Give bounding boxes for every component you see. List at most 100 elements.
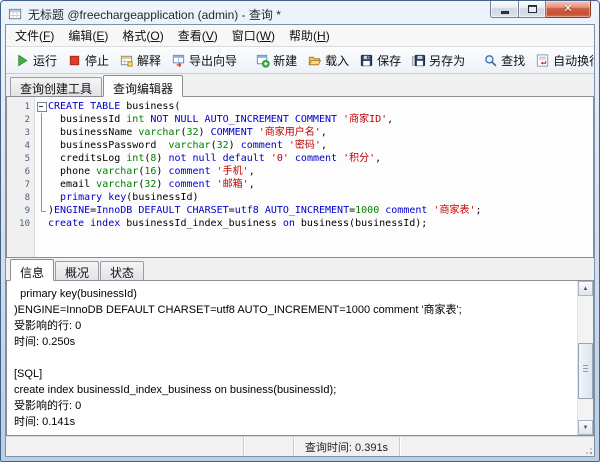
- window-title: 无标题 @freechargeapplication (admin) - 查询 …: [28, 7, 281, 22]
- line-number: 2: [24, 114, 30, 125]
- result-tab-0[interactable]: 信息: [10, 259, 55, 281]
- editor-line-3: 3 businessName varchar(32) COMMENT '商家用户…: [7, 126, 593, 139]
- toolbar-button-label: 导出向导: [189, 53, 238, 68]
- result-tab-2[interactable]: 状态: [100, 261, 145, 280]
- fold-collapse-icon[interactable]: [35, 100, 48, 113]
- code-text: phone varchar(16) comment '手机',: [48, 166, 255, 177]
- result-tab-1[interactable]: 概况: [55, 261, 100, 280]
- save-button[interactable]: 保存: [354, 50, 406, 71]
- toolbar-button-label: 新建: [273, 53, 298, 68]
- editor-line-4: 4 businessPassword varchar(32) comment '…: [7, 139, 593, 152]
- toolbar-button-label: 自动换行: [553, 53, 594, 68]
- status-bar: 查询时间: 0.391s: [6, 436, 594, 456]
- toolbar-button-label: 运行: [33, 53, 58, 68]
- toolbar-button-label: 载入: [325, 53, 350, 68]
- save-icon: [359, 53, 374, 68]
- menu-item[interactable]: 窗口(W): [225, 25, 282, 46]
- query-time-label: 查询时间: 0.391s: [304, 441, 389, 454]
- load-icon: [307, 53, 322, 68]
- explain-button[interactable]: 解释: [114, 50, 166, 71]
- run-icon: [15, 53, 30, 68]
- code-text: create index businessId_index_business o…: [48, 218, 428, 229]
- menu-item[interactable]: 格式(O): [115, 25, 170, 46]
- query-window-icon: [8, 7, 23, 22]
- editor-line-7: 7 email varchar(32) comment '邮箱',: [7, 178, 593, 191]
- message-lines: primary key(businessId))ENGINE=InnoDB DE…: [7, 281, 593, 430]
- sql-editor[interactable]: 1 CREATE TABLE business(2 businessId int …: [6, 96, 594, 258]
- toolbar-button-label: 解释: [137, 53, 162, 68]
- editor-line-9: 9)ENGINE=InnoDB DEFAULT CHARSET=utf8 AUT…: [7, 204, 593, 217]
- menu-item[interactable]: 编辑(E): [61, 25, 115, 46]
- save-as-icon: [411, 53, 426, 68]
- run-button[interactable]: 运行: [10, 50, 62, 71]
- status-pane-mid: [244, 437, 294, 456]
- explain-icon: [119, 53, 134, 68]
- code-text: creditsLog int(8) not null default '0' c…: [48, 153, 382, 164]
- editor-line-1: 1 CREATE TABLE business(: [7, 100, 593, 113]
- message-line: 受影响的行: 0: [14, 400, 82, 412]
- arrow-down-icon: ▼: [582, 424, 589, 431]
- word-wrap-icon: [535, 53, 550, 68]
- menu-item[interactable]: 查看(V): [171, 25, 225, 46]
- find-button[interactable]: 查找: [478, 50, 530, 71]
- line-number: 7: [24, 179, 30, 190]
- message-line: 时间: 0.250s: [14, 336, 76, 348]
- load-button[interactable]: 载入: [302, 50, 354, 71]
- message-line: )ENGINE=InnoDB DEFAULT CHARSET=utf8 AUTO…: [14, 304, 462, 316]
- scrollbar-thumb[interactable]: [578, 343, 593, 399]
- message-line: 时间: 0.141s: [14, 416, 76, 428]
- menu-item[interactable]: 帮助(H): [282, 25, 337, 46]
- toolbar-button-label: 查找: [501, 53, 526, 68]
- scroll-down-button[interactable]: ▼: [578, 420, 593, 435]
- find-icon: [483, 53, 498, 68]
- fold-guide: [35, 191, 48, 204]
- fold-guide: [35, 178, 48, 191]
- title-bar[interactable]: 无标题 @freechargeapplication (admin) - 查询 …: [1, 1, 599, 24]
- line-number: 3: [24, 127, 30, 138]
- stop-icon: [67, 53, 82, 68]
- query-tab-0[interactable]: 查询创建工具: [10, 77, 103, 96]
- fold-guide: [35, 139, 48, 152]
- code-text: email varchar(32) comment '邮箱',: [48, 179, 255, 190]
- vertical-scrollbar[interactable]: ▲ ▼: [577, 281, 593, 435]
- window-controls: ✕: [490, 1, 591, 18]
- save-as-button[interactable]: 另存为: [406, 50, 470, 71]
- query-tab-1[interactable]: 查询编辑器: [103, 75, 184, 97]
- close-icon: ✕: [563, 2, 573, 15]
- query-tab-bar: 查询创建工具 查询编辑器: [6, 74, 594, 97]
- menu-item[interactable]: 文件(F): [8, 25, 61, 46]
- line-number: 6: [24, 166, 30, 177]
- resize-grip-icon[interactable]: [583, 445, 592, 454]
- editor-line-10: 10 create index businessId_index_business…: [7, 217, 593, 230]
- line-number: 5: [24, 153, 30, 164]
- word-wrap-button[interactable]: 自动换行: [530, 50, 594, 71]
- line-number: 8: [24, 192, 30, 203]
- result-tab-bar: 信息 概况 状态: [6, 258, 594, 281]
- line-number: 9: [24, 205, 30, 216]
- export-wizard-button[interactable]: 导出向导: [166, 50, 242, 71]
- export-wizard-icon: [171, 53, 186, 68]
- fold-margin: [35, 217, 48, 230]
- scroll-up-button[interactable]: ▲: [578, 281, 593, 296]
- editor-line-8: 8 primary key(businessId): [7, 191, 593, 204]
- stop-button[interactable]: 停止: [62, 50, 114, 71]
- message-line: create index businessId_index_business o…: [14, 384, 337, 396]
- toolbar-button-label: 保存: [377, 53, 402, 68]
- sql-editor-lines: 1 CREATE TABLE business(2 businessId int …: [7, 97, 593, 230]
- close-button[interactable]: ✕: [546, 1, 591, 18]
- editor-line-6: 6 phone varchar(16) comment '手机',: [7, 165, 593, 178]
- new-button[interactable]: 新建: [250, 50, 302, 71]
- message-line: [14, 350, 569, 366]
- message-line: 受影响的行: 0: [14, 320, 82, 332]
- maximize-button[interactable]: [519, 1, 546, 18]
- editor-line-2: 2 businessId int NOT NULL AUTO_INCREMENT…: [7, 113, 593, 126]
- fold-guide: [35, 152, 48, 165]
- line-number: 1: [24, 101, 30, 112]
- minimize-button[interactable]: [490, 1, 519, 18]
- code-text: businessPassword varchar(32) comment '密码…: [48, 140, 327, 151]
- toolbar-button-label: 另存为: [429, 53, 466, 68]
- new-icon: [255, 53, 270, 68]
- message-panel[interactable]: primary key(businessId))ENGINE=InnoDB DE…: [6, 280, 594, 436]
- code-text: businessId int NOT NULL AUTO_INCREMENT C…: [48, 114, 394, 125]
- menu-bar: 文件(F) 编辑(E) 格式(O) 查看(V) 窗口(W) 帮助(H): [6, 25, 594, 47]
